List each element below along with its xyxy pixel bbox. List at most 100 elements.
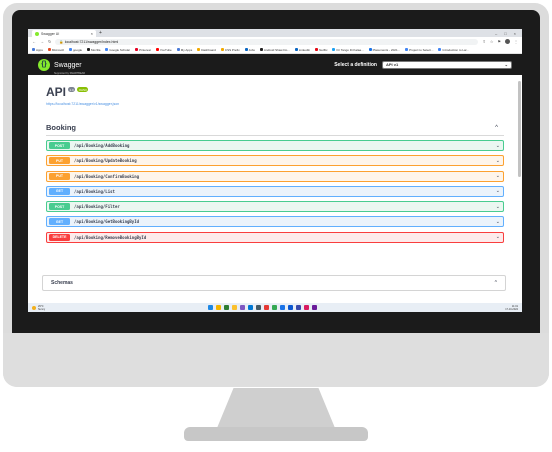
bookmark-label: Project to Select... [409, 47, 434, 52]
swagger-favicon-icon [35, 31, 39, 36]
bookmark-item[interactable]: LinkedIn [294, 48, 310, 52]
monitor-chin [3, 333, 549, 387]
bookmark-item[interactable]: Android Shaw Do... [259, 48, 290, 52]
taskbar-app-icon[interactable] [256, 304, 261, 310]
bookmark-item[interactable]: Apps [32, 48, 43, 52]
bookmark-item[interactable]: Google Scholar [105, 48, 130, 52]
bookmark-item[interactable]: Netflix [315, 48, 327, 52]
operation-delete[interactable]: DELETE/api/Booking/RemoveBookingById ⌄ [46, 231, 504, 243]
tab-close-icon[interactable]: × [91, 31, 93, 36]
bookmark-icon [438, 48, 442, 51]
bookmark-item[interactable]: Dashboard [197, 48, 216, 52]
bookmark-icon [176, 48, 180, 51]
bookmark-icon [294, 48, 298, 51]
menu-icon[interactable]: ⋮ [514, 39, 518, 44]
chevron-down-icon[interactable]: ⌄ [496, 219, 500, 225]
chevron-down-icon[interactable]: ⌄ [496, 158, 500, 164]
definition-select[interactable]: API v1 ⌄ [382, 60, 512, 69]
oas-badge: OAS3 [77, 87, 89, 92]
url-input[interactable]: 🔒 localhost:7211/swagger/index.html [55, 38, 479, 45]
scrollbar-thumb[interactable] [518, 81, 521, 177]
method-badge: POST [49, 203, 70, 211]
operation-put[interactable]: PUT/api/Booking/UpdateBooking ⌄ [46, 155, 504, 167]
method-badge: GET [49, 187, 70, 195]
forward-icon[interactable]: → [40, 39, 44, 44]
chevron-down-icon: ⌄ [504, 62, 508, 67]
taskbar-app-icon[interactable] [280, 304, 285, 310]
taskbar-app-icon[interactable] [232, 304, 237, 310]
tag-section-header[interactable]: Booking ^ [46, 120, 504, 136]
taskbar-app-icon[interactable] [288, 304, 293, 310]
bookmark-item[interactable]: Introduction to Lar... [438, 48, 469, 52]
operation-post[interactable]: POST/api/Booking/AddBooking ⌄ [46, 140, 504, 151]
taskbar-app-icon[interactable] [312, 304, 317, 310]
profile-avatar[interactable] [505, 39, 510, 44]
taskbar-app-icon[interactable] [272, 304, 277, 310]
minimize-icon[interactable]: – [495, 30, 497, 37]
taskbar-clock[interactable]: 11:01 17-10-2022 [505, 305, 518, 311]
bookmark-item[interactable]: YouTube [155, 47, 172, 52]
bookmark-icon [197, 48, 201, 51]
sun-icon [32, 305, 36, 310]
definition-label: Select a definition [334, 61, 377, 68]
taskbar-app-icon[interactable] [240, 304, 245, 310]
new-tab-icon[interactable]: + [99, 30, 102, 37]
taskbar-app-icon[interactable] [216, 304, 221, 310]
bookmark-item[interactable]: Jobs [244, 47, 255, 52]
taskbar-app-icon[interactable] [224, 304, 229, 310]
bookmark-item[interactable]: Placements - 2021... [368, 48, 400, 52]
close-window-icon[interactable]: × [514, 30, 516, 37]
bookmark-icon [32, 48, 35, 51]
method-badge: POST [49, 142, 70, 149]
bookmark-label: YouTube [159, 47, 172, 52]
spec-link[interactable]: https://localhost:7211/swagger/v1/swagge… [46, 102, 504, 106]
swagger-logo[interactable]: {} Swagger Supported by SMARTBEAR [38, 54, 85, 75]
operation-get[interactable]: GET/api/Booking/GetBookingById ⌄ [46, 216, 504, 228]
maximize-icon[interactable]: □ [504, 30, 506, 37]
taskbar-app-icon[interactable] [264, 304, 269, 310]
bookmark-label: CSS Prefix [224, 47, 240, 52]
taskbar-app-icon[interactable] [304, 304, 309, 310]
share-icon[interactable]: ⇪ [482, 39, 485, 44]
taskbar-app-icon[interactable] [208, 304, 213, 310]
chevron-down-icon[interactable]: ⌄ [496, 188, 500, 194]
taskbar-app-icon[interactable] [296, 304, 301, 310]
chevron-down-icon[interactable]: ⌄ [496, 204, 500, 210]
browser-tab-bar: Swagger UI × + – □ × [28, 29, 522, 37]
taskbar-app-icon[interactable] [248, 304, 253, 310]
bookmark-item[interactable]: CSS Prefix [220, 47, 240, 52]
bookmark-item[interactable]: google [69, 48, 82, 52]
chevron-down-icon[interactable]: ⌄ [496, 143, 500, 149]
chevron-down-icon[interactable]: ⌄ [496, 234, 500, 240]
reload-icon[interactable]: ↻ [48, 39, 51, 44]
definition-selector: Select a definition API v1 ⌄ [334, 60, 512, 69]
stage: Swagger UI × + – □ × ← → ↻ 🔒 localhost:7… [0, 0, 552, 452]
bookmark-item[interactable]: Pinterest [135, 48, 151, 52]
bookmark-item[interactable]: Microsoft [47, 48, 64, 52]
tag-title: Booking [46, 123, 76, 132]
bookmark-icon [220, 48, 224, 51]
browser-tab[interactable]: Swagger UI × [32, 30, 96, 37]
bookmark-item[interactable]: Mozilla [87, 48, 100, 52]
back-icon[interactable]: ← [32, 39, 36, 44]
operation-get[interactable]: GET/api/Booking/List ⌄ [46, 185, 504, 197]
chevron-down-icon[interactable]: ⌄ [496, 173, 500, 179]
tab-title: Swagger UI [41, 31, 60, 36]
chevron-up-icon[interactable]: ^ [495, 125, 504, 131]
operation-path: /api/Booking/List [74, 188, 115, 194]
operation-put[interactable]: PUT/api/Booking/ConfirmBooking ⌄ [46, 170, 504, 182]
extensions-icon[interactable]: ⚑ [497, 39, 501, 44]
chevron-up-icon[interactable]: ^ [495, 280, 497, 286]
bookmark-item[interactable]: My Apps [176, 48, 192, 52]
operation-post[interactable]: POST/api/Booking/Filter ⌄ [46, 201, 504, 213]
schemas-section[interactable]: Schemas ^ [42, 275, 506, 291]
api-title: API [46, 85, 67, 99]
bookmark-label: Jobs [248, 47, 255, 52]
bookmark-item[interactable]: Project to Select... [405, 48, 433, 52]
weather-widget[interactable]: 29°C Sunny [32, 305, 45, 311]
bookmark-icon [405, 48, 409, 51]
bookmark-item[interactable]: Fir Tango Di Kalaa... [332, 48, 364, 52]
bookmark-icon [47, 48, 51, 51]
star-icon[interactable]: ☆ [490, 39, 494, 44]
url-text: localhost:7211/swagger/index.html [64, 39, 119, 44]
